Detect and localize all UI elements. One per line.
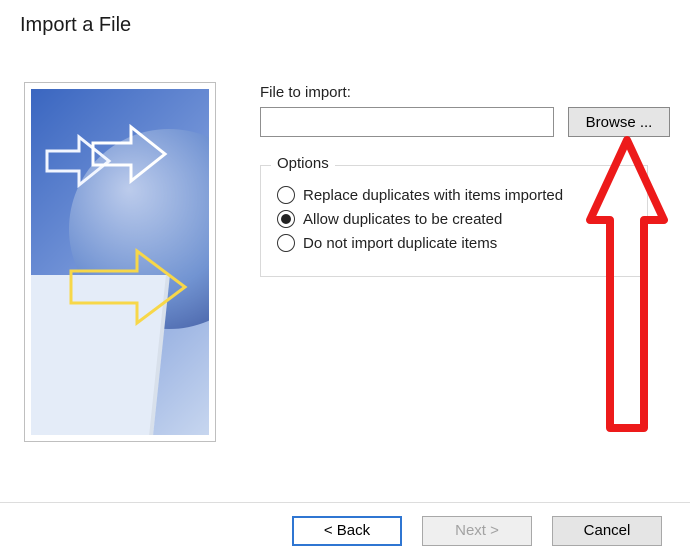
import-file-dialog: Import a File File to import:: [0, 0, 690, 558]
radio-icon: [277, 186, 295, 204]
radio-icon: [277, 234, 295, 252]
option-label: Replace duplicates with items imported: [303, 187, 563, 204]
arrow-icon: [63, 239, 193, 335]
file-row: Browse ...: [260, 107, 670, 137]
next-button: Next >: [422, 516, 532, 546]
wizard-footer: < Back Next > Cancel: [0, 502, 690, 558]
file-path-input[interactable]: [260, 107, 554, 137]
dialog-title: Import a File: [20, 14, 131, 37]
option-label: Do not import duplicate items: [303, 235, 497, 252]
option-label: Allow duplicates to be created: [303, 211, 502, 228]
wizard-illustration: [24, 82, 216, 442]
arrow-icon: [87, 117, 171, 191]
back-button[interactable]: < Back: [292, 516, 402, 546]
options-group: Options Replace duplicates with items im…: [260, 165, 648, 277]
file-to-import-label: File to import:: [260, 84, 670, 101]
radio-icon: [277, 210, 295, 228]
options-legend: Options: [271, 155, 335, 172]
cancel-button[interactable]: Cancel: [552, 516, 662, 546]
option-do-not-import-duplicates[interactable]: Do not import duplicate items: [277, 234, 631, 252]
browse-button[interactable]: Browse ...: [568, 107, 670, 137]
option-replace-duplicates[interactable]: Replace duplicates with items imported: [277, 186, 631, 204]
option-allow-duplicates[interactable]: Allow duplicates to be created: [277, 210, 631, 228]
content-area: File to import: Browse ... Options Repla…: [260, 84, 670, 277]
